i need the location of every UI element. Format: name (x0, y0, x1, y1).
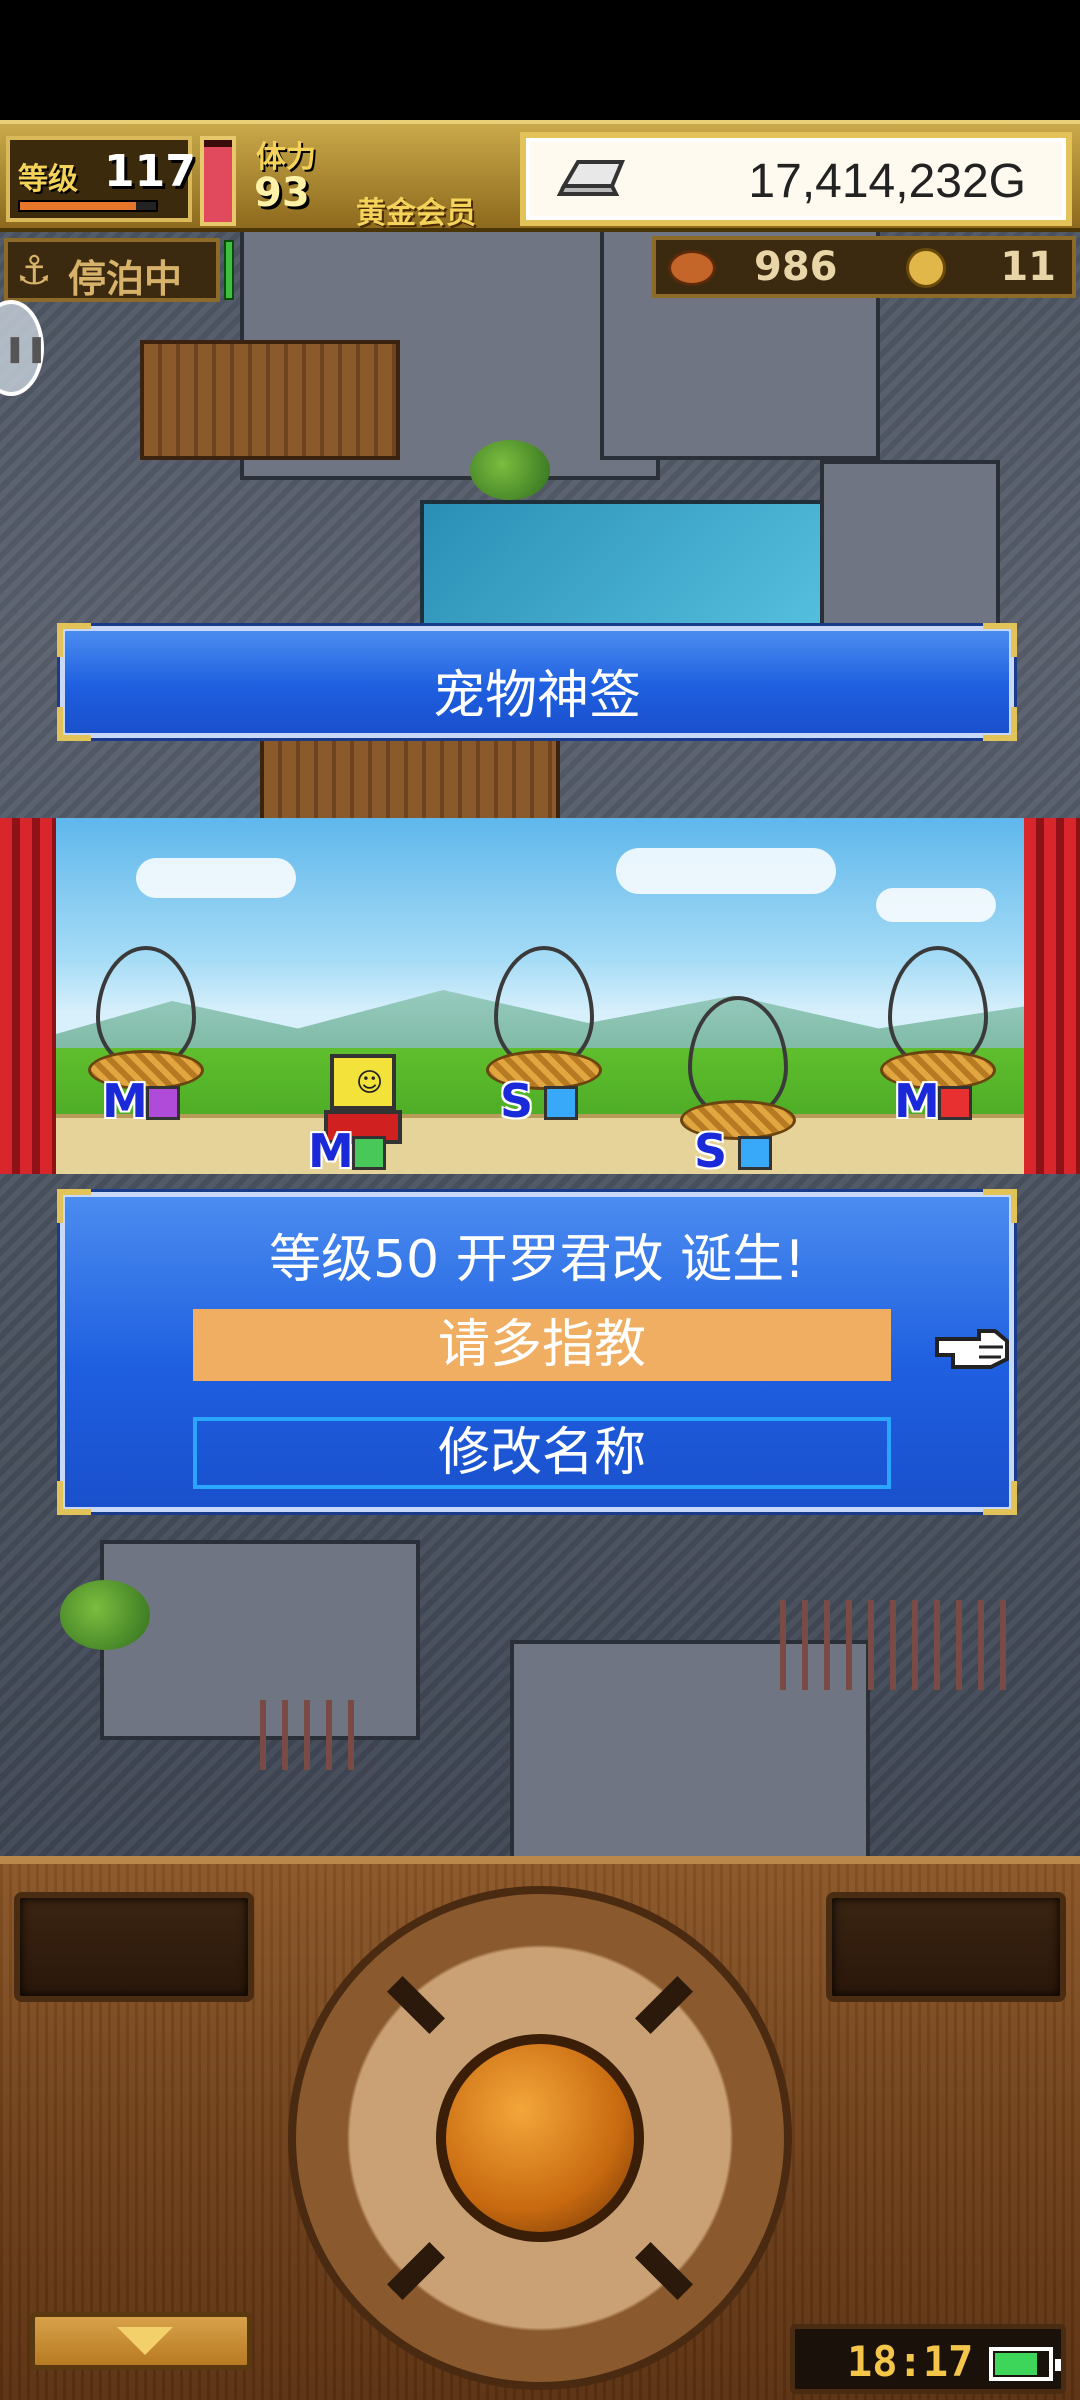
silver-ingot-icon (556, 160, 625, 196)
frame-corner (983, 1481, 1017, 1515)
dial-divider (387, 2242, 445, 2300)
member-badge: 黄金会员 (356, 196, 476, 231)
cloud (876, 888, 996, 922)
frame-corner (983, 623, 1017, 657)
dock-status-text: 停泊中 (68, 257, 183, 301)
dial-divider (635, 2242, 693, 2300)
egg-size-tag: M (894, 1074, 940, 1128)
gold-display[interactable]: 17,414,232G (520, 132, 1072, 226)
egg-type-icon (544, 1086, 578, 1120)
dial-center-button[interactable] (436, 2034, 644, 2242)
left-item-slot[interactable] (14, 1892, 254, 2002)
frame-corner (57, 1481, 91, 1515)
fence (780, 1600, 1020, 1690)
stage-view: M S S M ☺ M (56, 818, 1024, 1174)
panel-title: 宠物神签 (432, 666, 641, 726)
egg-type-icon (938, 1086, 972, 1120)
fence (260, 1700, 370, 1770)
egg-slot[interactable]: M (878, 946, 998, 1146)
dial-divider (635, 1976, 693, 2034)
gold-value: 17,414,232G (748, 155, 1026, 208)
hatched-pet[interactable]: ☺ M (308, 1054, 428, 1174)
clock-display: 18:17 (790, 2324, 1066, 2394)
control-console: 18:17 (0, 1856, 1080, 2400)
cloud (616, 848, 836, 894)
egg-size-tag: M (102, 1074, 148, 1128)
menu-toggle-button[interactable] (30, 2312, 252, 2370)
bush (470, 440, 550, 500)
battery-level (995, 2353, 1037, 2375)
anchor-icon: ⚓ (16, 248, 52, 294)
dial-divider (387, 1976, 445, 2034)
food-value: 986 (754, 244, 838, 290)
market-stall (140, 340, 400, 460)
egg-stage: M S S M ☺ M (0, 818, 1080, 1174)
coin-icon (906, 248, 946, 288)
level-value: 117 (104, 146, 196, 197)
egg-size-tag: S (500, 1074, 534, 1128)
frame-corner (57, 623, 91, 657)
dock-status-badge[interactable]: ⚓ 停泊中 (4, 238, 220, 302)
egg-slot[interactable]: S (484, 946, 604, 1146)
battery-icon (989, 2347, 1061, 2381)
stamina-value: 93 (254, 170, 310, 216)
pause-icon: ❚❚ (4, 334, 48, 364)
confirm-button[interactable]: 请多指教 (193, 1309, 891, 1381)
exp-bar-fill (20, 202, 136, 210)
battery-tip (1055, 2359, 1061, 2371)
pet-lottery-title-panel: 宠物神签 (57, 623, 1017, 741)
hatch-result-dialog: 等级50 开罗君改 诞生! 请多指教 修改名称 (57, 1189, 1017, 1515)
coin-value: 11 (1000, 244, 1056, 290)
hatch-message: 等级50 开罗君改 诞生! (268, 1230, 806, 1290)
right-curtain (1024, 818, 1080, 1174)
food-icon (668, 250, 716, 286)
resource-bar: 986 11 (652, 236, 1076, 298)
egg-type-icon (738, 1136, 772, 1170)
egg-size-tag: S (694, 1124, 728, 1174)
pet-size-tag: M (308, 1124, 354, 1174)
stamina-gauge-fill (204, 146, 232, 222)
bush (60, 1580, 150, 1650)
dock-status-indicator (224, 240, 234, 300)
egg-slot[interactable]: M (86, 946, 206, 1146)
level-box: 等级 117 (6, 136, 196, 222)
direction-dial[interactable] (288, 1886, 792, 2390)
egg-type-icon (146, 1086, 180, 1120)
arrow-down-icon (117, 2327, 173, 2355)
stamina-gauge (200, 136, 236, 226)
top-status-bar: 等级 117 体力 93 黄金会员 17,414,232G (0, 120, 1080, 232)
moat-water (420, 500, 840, 630)
right-item-slot[interactable] (826, 1892, 1066, 2002)
pointing-hand-icon (935, 1329, 1009, 1369)
pet-type-icon (352, 1136, 386, 1170)
cloud (136, 858, 296, 898)
left-curtain (0, 818, 56, 1174)
pet-head: ☺ (330, 1054, 396, 1110)
exp-bar (18, 200, 158, 212)
level-label: 等级 (18, 162, 78, 197)
smile-icon: ☺ (356, 1068, 384, 1098)
clock-time: 18:17 (847, 2337, 974, 2386)
rename-button[interactable]: 修改名称 (193, 1417, 891, 1489)
egg-slot[interactable]: S (678, 996, 798, 1174)
